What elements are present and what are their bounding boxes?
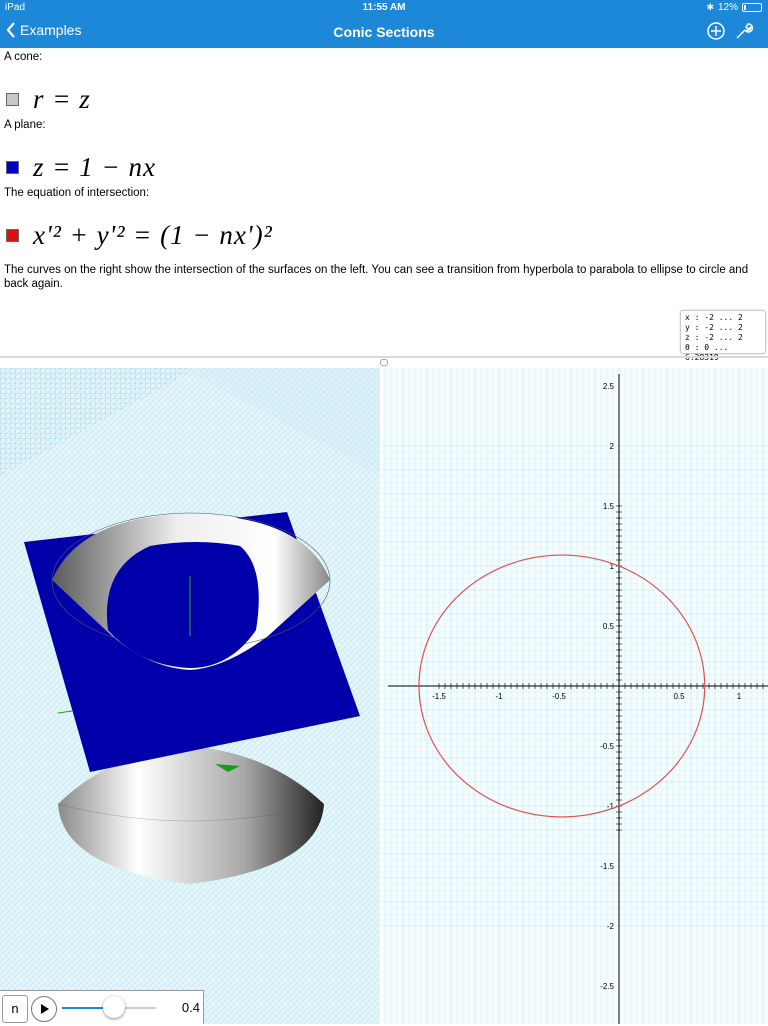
y-tick-label: -0.5 — [600, 742, 614, 751]
x-range: x : -2 ... 2 — [685, 313, 743, 322]
notebook-content: A cone: r = z A plane: z = 1 − nx The eq… — [0, 48, 768, 362]
y-tick-label: -2 — [607, 922, 615, 931]
parameter-control: n 0.4 — [0, 990, 204, 1024]
range-info-box[interactable]: x : -2 ... 2 y : -2 ... 2 z : -2 ... 2 θ… — [680, 310, 766, 362]
panel-divider — [0, 356, 768, 358]
y-tick-label: 0.5 — [603, 622, 615, 631]
battery-icon — [742, 3, 762, 12]
y-tick-label: 2.5 — [603, 382, 615, 391]
cone-label: A cone: — [4, 51, 43, 63]
y-tick-label: 1.5 — [603, 502, 615, 511]
x-tick-label: -0.5 — [552, 692, 566, 701]
plus-circle-icon[interactable] — [706, 21, 726, 41]
intersection-label: The equation of intersection: — [4, 187, 150, 199]
z-range: z : -2 ... 2 — [685, 333, 743, 342]
intersection-equation-row: x'² + y'² = (1 − nx')² — [6, 220, 273, 251]
divider-handle[interactable] — [380, 359, 388, 366]
cone-equation[interactable]: r = z — [33, 84, 91, 115]
plane-label: A plane: — [4, 119, 46, 131]
nav-bar: Examples Conic Sections — [0, 16, 768, 48]
plot-3d[interactable] — [0, 368, 380, 1024]
play-button[interactable] — [31, 996, 57, 1022]
cone-color-swatch[interactable] — [6, 93, 19, 106]
y-tick-label: -2.5 — [600, 982, 614, 991]
plot-3d-canvas[interactable] — [0, 368, 380, 1024]
y-tick-label: -1.5 — [600, 862, 614, 871]
x-tick-label: 0.5 — [673, 692, 685, 701]
status-bar: iPad 11:55 AM ✱ 12% — [0, 0, 768, 16]
intersection-equation[interactable]: x'² + y'² = (1 − nx')² — [33, 220, 273, 251]
plane-equation-row: z = 1 − nx — [6, 152, 156, 183]
battery-percent: 12% — [717, 2, 738, 13]
plane-color-swatch[interactable] — [6, 161, 19, 174]
x-tick-label: -1.5 — [432, 692, 446, 701]
plane-equation[interactable]: z = 1 − nx — [33, 152, 156, 183]
play-icon — [41, 1004, 49, 1014]
wrench-icon[interactable] — [734, 21, 754, 41]
slider-thumb[interactable] — [102, 996, 125, 1018]
intersection-color-swatch[interactable] — [6, 229, 19, 242]
clock: 11:55 AM — [362, 2, 406, 13]
nav-actions — [706, 21, 754, 41]
y-tick-label: 2 — [610, 442, 615, 451]
cone-equation-row: r = z — [6, 84, 91, 115]
description-text: The curves on the right show the interse… — [4, 264, 749, 290]
x-tick-label: 1 — [737, 692, 742, 701]
parameter-value: 0.4 — [181, 1000, 200, 1015]
theta-range: θ : 0 ... 6.28319 — [685, 343, 729, 362]
bluetooth-icon: ✱ — [706, 2, 714, 12]
page-title: Conic Sections — [333, 24, 435, 40]
plot-2d[interactable]: -1.5 -1 -0.5 0.5 1 2.5 2 1.5 1 0.5 -0.5 -1 -1.5 -2 -2.… — [382, 368, 768, 1024]
status-right: ✱ 12% — [706, 2, 762, 13]
parameter-name-button[interactable]: n — [2, 995, 28, 1023]
plot-2d-canvas[interactable]: -1.5 -1 -0.5 0.5 12.521.510.5-0.5-1-1.5-2-2.… — [382, 368, 768, 1024]
y-range: y : -2 ... 2 — [685, 323, 743, 332]
x-tick-label: -1 — [495, 692, 503, 701]
